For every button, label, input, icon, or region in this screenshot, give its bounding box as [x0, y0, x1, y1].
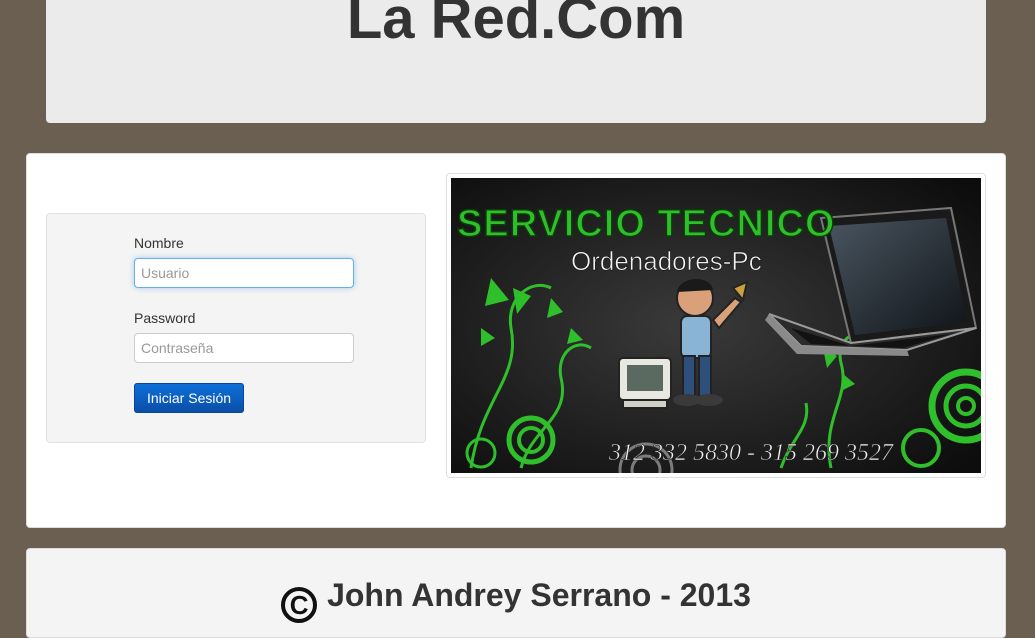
footer-text: John Andrey Serrano - 2013 — [327, 577, 751, 613]
login-form: Nombre Password Iniciar Sesión — [46, 213, 426, 443]
banner-phones: 312 332 5830 - 315 269 3527 — [608, 440, 894, 466]
old-computer-illustration — [618, 357, 672, 409]
copyright-icon: C — [281, 587, 318, 623]
banner-subheadline: Ordenadores-Pc — [571, 246, 762, 276]
password-input[interactable] — [134, 333, 354, 363]
site-footer: C John Andrey Serrano - 2013 — [26, 548, 1006, 638]
site-title: La Red.Com — [346, 0, 686, 51]
banner-thumbnail: SERVICIO TECNICO Ordenadores-Pc 312 332 … — [446, 173, 986, 478]
password-label: Password — [134, 310, 196, 326]
footer-copyright: C John Andrey Serrano - 2013 — [27, 577, 1005, 623]
login-button[interactable]: Iniciar Sesión — [134, 383, 245, 413]
main-panel: Nombre Password Iniciar Sesión — [26, 153, 1006, 528]
username-input[interactable] — [134, 258, 354, 288]
site-header: La Red.Com — [46, 0, 986, 123]
banner-headline: SERVICIO TECNICO — [457, 203, 835, 245]
name-label: Nombre — [134, 235, 184, 251]
banner-image: SERVICIO TECNICO Ordenadores-Pc 312 332 … — [451, 178, 981, 473]
